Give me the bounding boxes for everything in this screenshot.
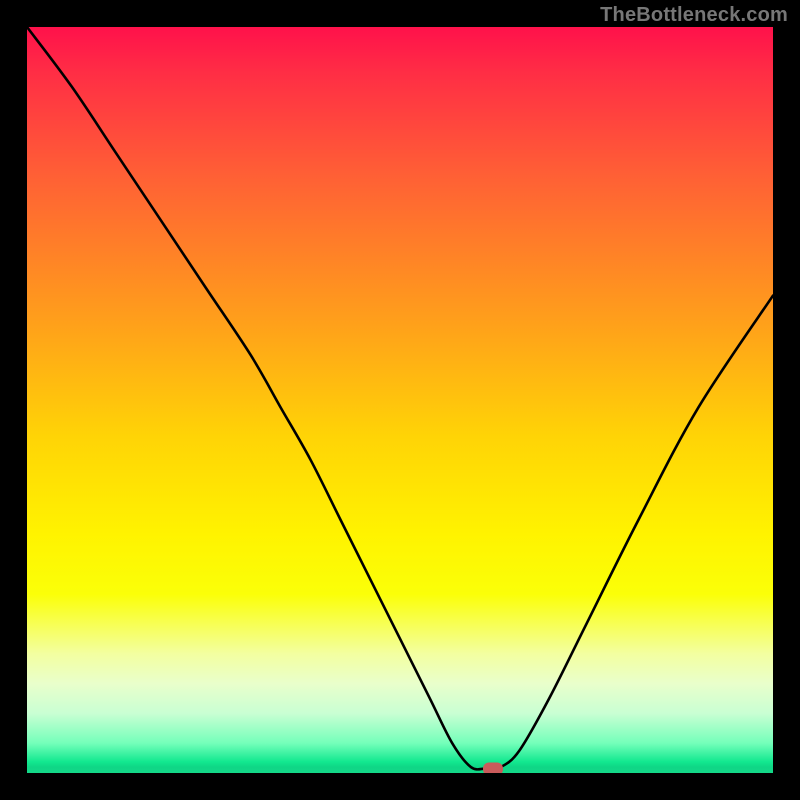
watermark-text: TheBottleneck.com: [600, 4, 788, 27]
bottleneck-curve: [27, 27, 773, 773]
plot-area: [27, 27, 773, 773]
optimum-marker: [483, 762, 503, 773]
chart-frame: TheBottleneck.com: [0, 0, 800, 800]
